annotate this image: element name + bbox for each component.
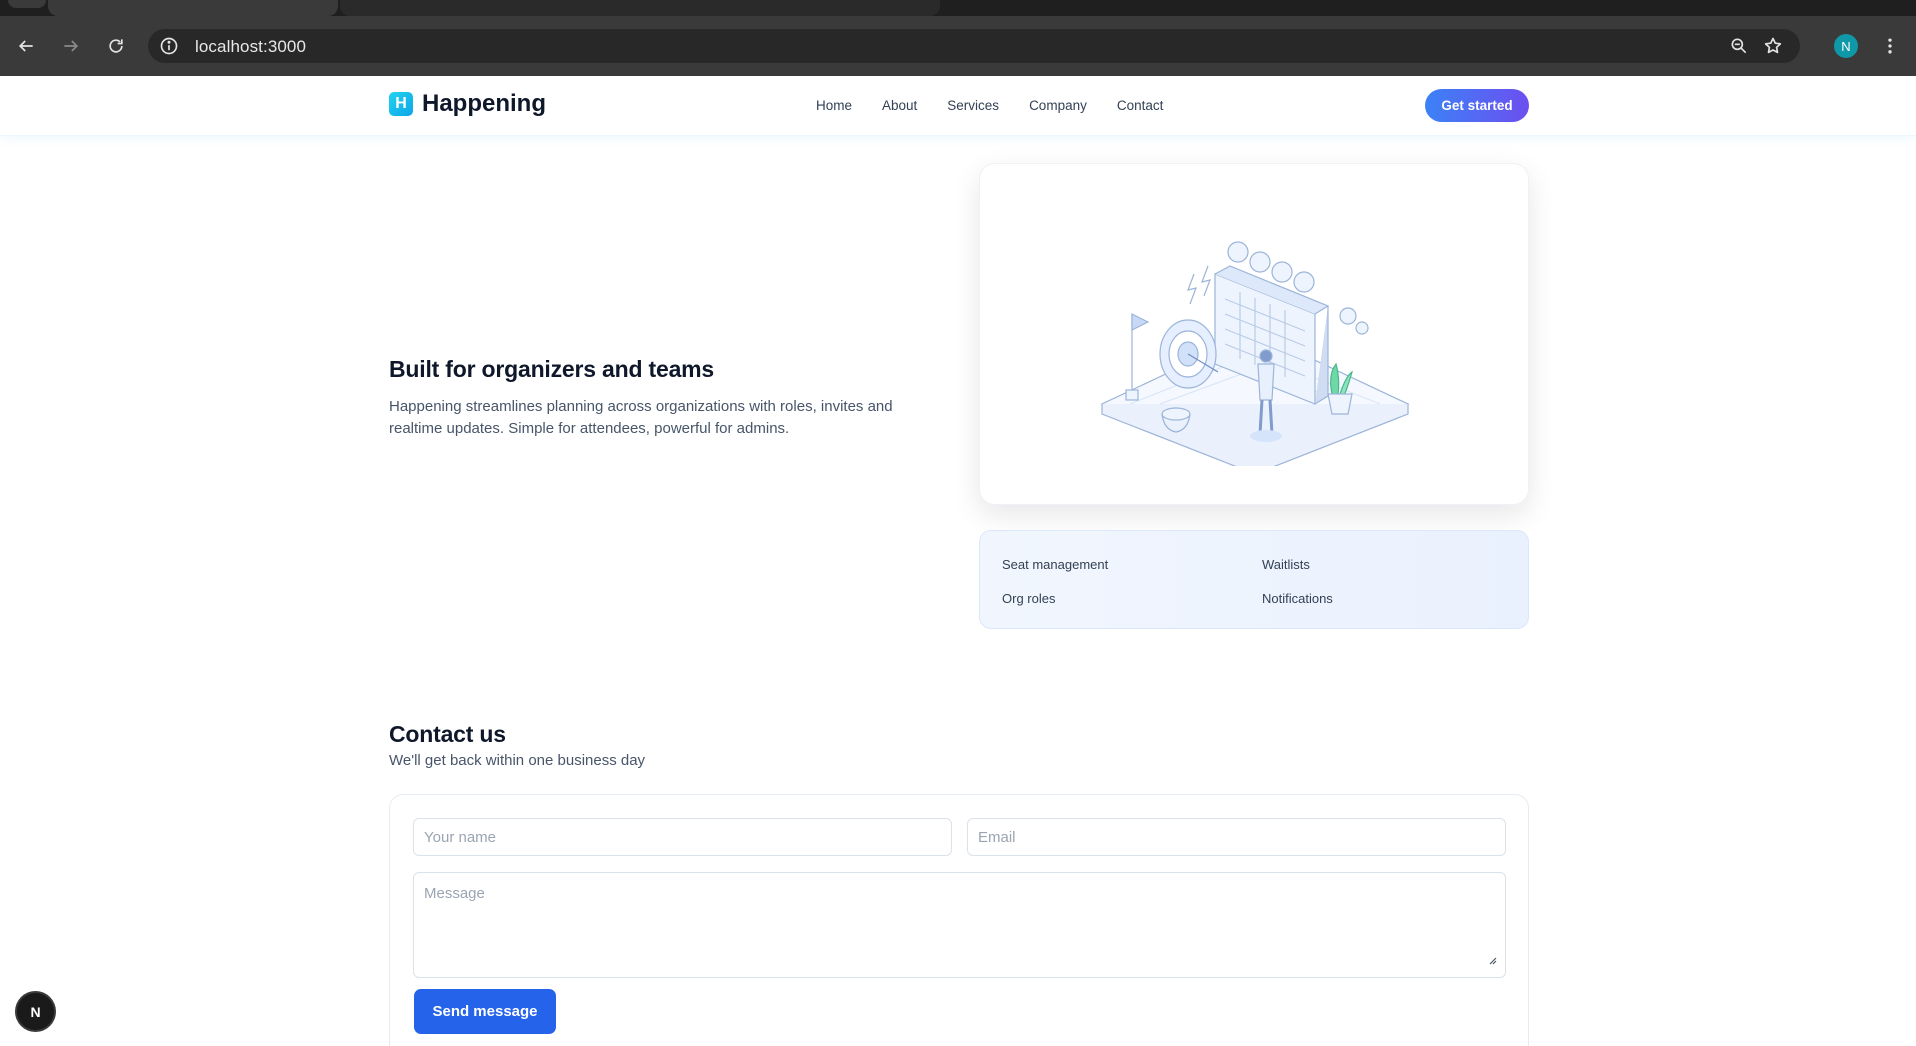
brand-name: Happening — [422, 90, 546, 117]
feature-section: Built for organizers and teams Happening… — [389, 356, 909, 440]
site-info-icon[interactable] — [158, 35, 180, 57]
highlight-seat-management: Seat management — [1002, 557, 1109, 572]
nav-link-company[interactable]: Company — [1029, 98, 1087, 113]
zoom-icon[interactable] — [1728, 35, 1750, 57]
web-page: H Happening Home About Services Company … — [0, 76, 1916, 1046]
highlight-notifications: Notifications — [1262, 591, 1333, 606]
reload-icon — [109, 39, 123, 53]
browser-tab-inactive[interactable] — [340, 0, 940, 16]
contact-subtitle: We'll get back within one business day — [389, 752, 646, 769]
feature-title: Built for organizers and teams — [389, 356, 715, 382]
contact-title: Contact us — [389, 721, 506, 747]
illustration-card — [979, 163, 1529, 505]
nav-link-about[interactable]: About — [882, 98, 917, 113]
nav-link-contact[interactable]: Contact — [1117, 98, 1164, 113]
main-nav: Home About Services Company Contact — [816, 98, 1193, 113]
tab-search-button[interactable] — [8, 0, 46, 8]
brand-logo-link[interactable]: H Happening — [389, 90, 546, 118]
brand-logo-icon: H — [389, 92, 413, 116]
highlight-org-roles: Org roles — [1002, 591, 1056, 606]
name-input[interactable] — [413, 818, 952, 856]
forward-button[interactable] — [55, 30, 87, 62]
browser-tab-strip — [0, 0, 1916, 16]
message-textarea[interactable] — [413, 872, 1506, 978]
reload-button[interactable] — [100, 30, 132, 62]
browser-menu-icon[interactable] — [1880, 31, 1900, 61]
nav-link-services[interactable]: Services — [947, 98, 999, 113]
nav-link-home[interactable]: Home — [816, 98, 852, 113]
get-started-button[interactable]: Get started — [1425, 89, 1529, 122]
feature-highlights: Seat management Waitlists Org roles Noti… — [979, 530, 1529, 629]
browser-tab-active[interactable] — [48, 0, 338, 16]
address-url[interactable]: localhost:3000 — [195, 37, 306, 57]
email-input[interactable] — [967, 818, 1506, 856]
send-message-button[interactable]: Send message — [414, 989, 556, 1034]
browser-toolbar: localhost:3000 N — [0, 16, 1916, 76]
arrow-right-icon — [64, 40, 79, 52]
address-bar[interactable]: localhost:3000 — [148, 29, 1800, 63]
feature-description: Happening streamlines planning across or… — [389, 398, 893, 437]
profile-avatar[interactable]: N — [1834, 34, 1858, 58]
dev-tools-badge[interactable]: N — [17, 993, 54, 1030]
highlight-waitlists: Waitlists — [1262, 557, 1310, 572]
back-button[interactable] — [10, 30, 42, 62]
bookmark-star-icon[interactable] — [1762, 35, 1784, 57]
arrow-left-icon — [18, 40, 33, 52]
contact-form: Send message — [389, 794, 1529, 1046]
planning-illustration — [1100, 241, 1410, 466]
resize-handle-icon[interactable] — [1487, 955, 1497, 965]
site-header: H Happening Home About Services Company … — [0, 76, 1916, 136]
